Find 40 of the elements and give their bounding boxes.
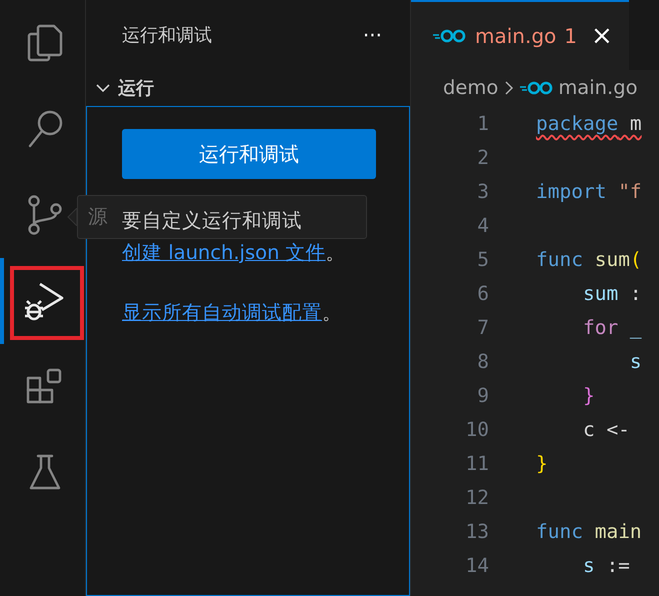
breadcrumb-item[interactable]: demo xyxy=(443,73,498,103)
breadcrumb-item[interactable]: main.go xyxy=(558,73,638,103)
line-number: 10 xyxy=(464,417,489,444)
code-line: sum : xyxy=(582,281,642,307)
go-icon xyxy=(433,29,467,43)
editor-tab[interactable]: main.go 1 × xyxy=(411,0,629,70)
line-number: 9 xyxy=(476,383,489,410)
code-line: func main xyxy=(536,519,642,545)
code-line: c <- xyxy=(582,417,630,443)
code-line: } xyxy=(536,451,548,477)
instruction-text: 要自定义运行和调试 创建 launch.json 文件。 xyxy=(122,208,347,266)
line-number: 12 xyxy=(464,485,489,512)
run-debug-button[interactable]: 运行和调试 xyxy=(122,129,376,179)
code-line: func sum( xyxy=(536,247,642,273)
line-number: 1 xyxy=(476,111,489,138)
more-actions-button[interactable]: ··· xyxy=(362,20,382,50)
code-line: for _ xyxy=(582,315,642,341)
line-number: 8 xyxy=(476,349,489,376)
code-line: import "f xyxy=(536,179,642,205)
launch-json-link[interactable]: 创建 launch.json 文件 xyxy=(122,241,326,264)
auto-debug-text: 显示所有自动调试配置。 xyxy=(122,300,343,326)
close-icon[interactable]: × xyxy=(591,16,613,56)
activity-bar-item[interactable] xyxy=(0,258,86,344)
section-header[interactable]: 运行 xyxy=(86,70,410,106)
line-number: 11 xyxy=(464,451,489,478)
line-number: 5 xyxy=(476,247,489,274)
show-configs-link[interactable]: 显示所有自动调试配置 xyxy=(122,301,322,324)
code-line: } xyxy=(582,383,595,409)
line-number: 13 xyxy=(464,519,489,546)
go-icon xyxy=(520,81,554,95)
sidebar-title: 运行和调试 xyxy=(122,24,212,48)
code-line: s := xyxy=(582,553,630,579)
line-number: 6 xyxy=(476,281,489,308)
line-number: 4 xyxy=(476,213,489,240)
line-number: 7 xyxy=(476,315,489,342)
line-number: 14 xyxy=(464,553,489,580)
code-line: package m xyxy=(536,111,642,137)
line-number: 3 xyxy=(476,179,489,206)
line-number: 2 xyxy=(476,145,489,172)
code-line: s xyxy=(628,349,642,375)
